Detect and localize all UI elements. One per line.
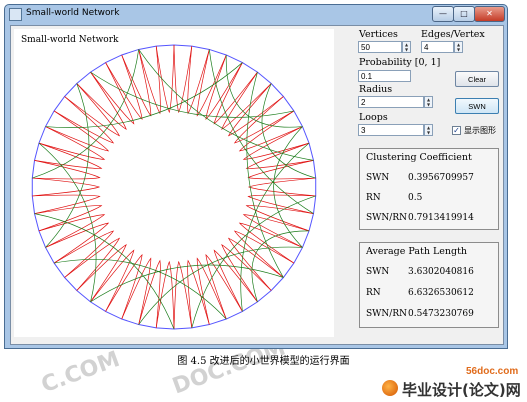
lattice-edge [196,49,227,117]
path-swn-value: 3.6302040816 [408,267,474,277]
clustering-panel: Clustering Coefficient SWN 0.3956709957 … [359,148,499,230]
lattice-edge [121,49,152,117]
path-rn-key: RN [366,288,381,298]
lattice-edge [34,142,103,169]
lattice-edge [242,126,310,160]
show-graph-checkbox[interactable]: ✓ [452,126,461,135]
clustering-swn-key: SWN [366,173,390,183]
lattice-edge [76,71,127,130]
lattice-edge [205,253,243,320]
lattice-edge [227,83,284,137]
client-area: Small-world Network Vertices 50 ▲ ▼ Edges… [10,25,504,345]
clustering-rn-value: 0.5 [408,193,423,203]
loops-label: Loops [359,112,388,123]
path-length-title: Average Path Length [366,246,468,257]
edges-spinner[interactable]: ▲ ▼ [454,41,463,53]
lattice-edge [38,126,106,160]
show-graph-label: 显示图形 [464,126,496,135]
logo-icon [382,380,398,396]
figure-caption: 图 4.5 改进后的小世界模型的运行界面 [177,356,350,367]
lattice-edge [227,237,284,291]
rewired-edge [251,230,310,302]
lattice-edge [45,110,110,152]
path-swn-key: SWN [366,267,390,277]
probability-label: Probability [0, 1] [359,57,441,68]
lattice-edge [38,214,106,248]
loops-spinner[interactable]: ▲ ▼ [424,124,433,136]
app-icon [9,8,22,21]
clustering-rn-key: RN [366,193,381,203]
path-ratio-key: SWN/RN [366,309,407,319]
path-rn-value: 6.6326530612 [408,288,474,298]
lattice-edge [32,177,101,197]
radius-label: Radius [359,84,393,95]
lattice-edge [32,194,101,214]
loops-field[interactable]: 3 [358,124,424,136]
clustering-ratio-value: 0.7913419914 [408,213,474,223]
rewired-edge [54,258,227,320]
minimize-button[interactable]: — [432,6,454,22]
close-button[interactable]: ✕ [474,6,505,22]
site-logo: 56doc.com 毕业设计(论文)网 [382,366,524,400]
logo-site: 56doc.com [466,366,519,377]
window-title: Small-world Network [26,8,120,18]
network-canvas: Small-world Network [14,29,334,337]
lattice-edge [247,194,316,214]
path-length-panel: Average Path Length SWN 3.6302040816 RN … [359,242,499,328]
clustering-ratio-key: SWN/RN [366,213,407,223]
lattice-edge [247,177,316,197]
lattice-edge [221,244,272,303]
app-window: Small-world Network — □ ✕ Small-world Ne… [4,4,508,349]
probability-field[interactable]: 0.1 [358,70,411,82]
lattice-edge [76,244,127,303]
edges-label: Edges/Vertex [421,29,485,40]
clear-button[interactable]: Clear [455,71,499,87]
path-ratio-value: 0.5473230769 [408,309,474,319]
logo-text: 毕业设计(论文)网 [402,381,521,399]
lattice-edge [213,62,258,125]
swn-button[interactable]: SWN [455,98,499,114]
vertices-label: Vertices [359,29,398,40]
rewired-edge [34,213,175,330]
vertices-spinner[interactable]: ▲ ▼ [402,41,411,53]
maximize-button[interactable]: □ [453,6,475,22]
lattice-edge [105,54,143,121]
lattice-edge [64,237,121,291]
radius-field[interactable]: 2 [358,96,424,108]
edges-field[interactable]: 4 [421,41,454,53]
radius-spinner[interactable]: ▲ ▼ [424,96,433,108]
lattice-edge [45,222,110,264]
clustering-swn-value: 0.3956709957 [408,173,474,183]
clustering-title: Clustering Coefficient [366,152,472,163]
vertices-field[interactable]: 50 [358,41,402,53]
lattice-edge [53,230,115,278]
lattice-edge [53,96,115,144]
title-bar[interactable]: Small-world Network — □ ✕ [5,5,507,23]
network-graph [31,44,317,330]
